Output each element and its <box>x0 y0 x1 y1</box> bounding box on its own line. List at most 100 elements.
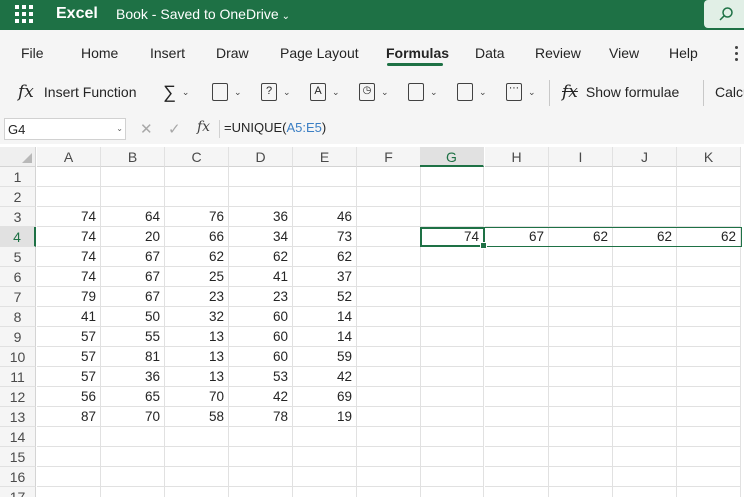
cell-j3[interactable] <box>613 207 677 227</box>
column-header-b[interactable]: B <box>101 147 165 167</box>
cell-b10[interactable]: 81 <box>101 347 165 367</box>
cell-g11[interactable] <box>420 367 484 387</box>
cell-c16[interactable] <box>165 467 229 487</box>
cell-j6[interactable] <box>613 267 677 287</box>
cell-h1[interactable] <box>485 167 549 187</box>
cell-a13[interactable]: 87 <box>37 407 101 427</box>
tab-formulas[interactable]: Formulas <box>386 45 449 61</box>
cell-j1[interactable] <box>613 167 677 187</box>
worksheet-grid[interactable]: A B C D E F G H I J K 1 2 3 74 64 76 36 46 4 74 20 66 34 73 74 67 6… <box>0 147 744 497</box>
tab-help[interactable]: Help <box>669 45 698 61</box>
select-all-button[interactable] <box>0 147 36 167</box>
cell-b17[interactable] <box>101 487 165 497</box>
cell-f6[interactable] <box>357 267 421 287</box>
cell-e7[interactable]: 52 <box>293 287 357 307</box>
tab-page-layout[interactable]: Page Layout <box>280 45 359 61</box>
cell-h16[interactable] <box>485 467 549 487</box>
financial-button[interactable]: ⌄ <box>212 78 242 106</box>
cell-b2[interactable] <box>101 187 165 207</box>
cell-a9[interactable]: 57 <box>37 327 101 347</box>
cell-k2[interactable] <box>677 187 741 207</box>
cell-k10[interactable] <box>677 347 741 367</box>
cell-b4[interactable]: 20 <box>101 227 165 247</box>
logical-button[interactable]: ? ⌄ <box>261 78 291 106</box>
chevron-down-icon[interactable]: ⌄ <box>116 124 123 133</box>
cell-g16[interactable] <box>420 467 484 487</box>
cell-d7[interactable]: 23 <box>229 287 293 307</box>
cell-a12[interactable]: 56 <box>37 387 101 407</box>
cell-f7[interactable] <box>357 287 421 307</box>
cell-i3[interactable] <box>549 207 613 227</box>
cell-a11[interactable]: 57 <box>37 367 101 387</box>
cell-h11[interactable] <box>485 367 549 387</box>
cell-b16[interactable] <box>101 467 165 487</box>
show-formulae-button[interactable]: fx Show formulae <box>562 78 679 106</box>
cell-c13[interactable]: 58 <box>165 407 229 427</box>
cell-i12[interactable] <box>549 387 613 407</box>
cell-f10[interactable] <box>357 347 421 367</box>
cell-e3[interactable]: 46 <box>293 207 357 227</box>
document-title[interactable]: Book - Saved to OneDrive ⌄ <box>116 6 290 22</box>
cell-b11[interactable]: 36 <box>101 367 165 387</box>
cell-b5[interactable]: 67 <box>101 247 165 267</box>
cell-a15[interactable] <box>37 447 101 467</box>
cell-d2[interactable] <box>229 187 293 207</box>
cell-g12[interactable] <box>420 387 484 407</box>
cell-g9[interactable] <box>420 327 484 347</box>
cell-g10[interactable] <box>420 347 484 367</box>
cell-c8[interactable]: 32 <box>165 307 229 327</box>
math-trig-button[interactable]: ⌄ <box>457 78 487 106</box>
cell-d16[interactable] <box>229 467 293 487</box>
cell-k14[interactable] <box>677 427 741 447</box>
cell-d9[interactable]: 60 <box>229 327 293 347</box>
row-header-17[interactable]: 17 <box>0 487 36 497</box>
insert-function-button[interactable]: fx Insert Function <box>18 78 137 106</box>
calculation-options-button[interactable]: Calcu <box>715 78 744 106</box>
cell-b13[interactable]: 70 <box>101 407 165 427</box>
cell-f12[interactable] <box>357 387 421 407</box>
cell-k13[interactable] <box>677 407 741 427</box>
cell-e17[interactable] <box>293 487 357 497</box>
cell-d3[interactable]: 36 <box>229 207 293 227</box>
cell-k7[interactable] <box>677 287 741 307</box>
cell-c1[interactable] <box>165 167 229 187</box>
cell-g1[interactable] <box>420 167 484 187</box>
cell-g5[interactable] <box>420 247 484 267</box>
cell-a17[interactable] <box>37 487 101 497</box>
cell-f8[interactable] <box>357 307 421 327</box>
cell-e1[interactable] <box>293 167 357 187</box>
cell-c15[interactable] <box>165 447 229 467</box>
cell-i1[interactable] <box>549 167 613 187</box>
column-header-a[interactable]: A <box>37 147 101 167</box>
cell-a3[interactable]: 74 <box>37 207 101 227</box>
row-header-12[interactable]: 12 <box>0 387 36 407</box>
cell-a14[interactable] <box>37 427 101 447</box>
cell-j11[interactable] <box>613 367 677 387</box>
cell-e10[interactable]: 59 <box>293 347 357 367</box>
cell-b12[interactable]: 65 <box>101 387 165 407</box>
row-header-7[interactable]: 7 <box>0 287 36 307</box>
cell-f1[interactable] <box>357 167 421 187</box>
row-header-2[interactable]: 2 <box>0 187 36 207</box>
cell-i2[interactable] <box>549 187 613 207</box>
cell-i7[interactable] <box>549 287 613 307</box>
cell-c6[interactable]: 25 <box>165 267 229 287</box>
cell-k8[interactable] <box>677 307 741 327</box>
cell-g2[interactable] <box>420 187 484 207</box>
cell-h15[interactable] <box>485 447 549 467</box>
cell-f17[interactable] <box>357 487 421 497</box>
cell-e5[interactable]: 62 <box>293 247 357 267</box>
row-header-3[interactable]: 3 <box>0 207 36 227</box>
cell-b9[interactable]: 55 <box>101 327 165 347</box>
cell-e11[interactable]: 42 <box>293 367 357 387</box>
cell-d8[interactable]: 60 <box>229 307 293 327</box>
cell-d1[interactable] <box>229 167 293 187</box>
tab-review[interactable]: Review <box>535 45 581 61</box>
cell-a2[interactable] <box>37 187 101 207</box>
cell-f5[interactable] <box>357 247 421 267</box>
tab-file[interactable]: File <box>21 45 44 61</box>
tab-home[interactable]: Home <box>81 45 118 61</box>
cell-g3[interactable] <box>420 207 484 227</box>
cell-f2[interactable] <box>357 187 421 207</box>
autosum-button[interactable]: ∑ ⌄ <box>163 78 189 106</box>
